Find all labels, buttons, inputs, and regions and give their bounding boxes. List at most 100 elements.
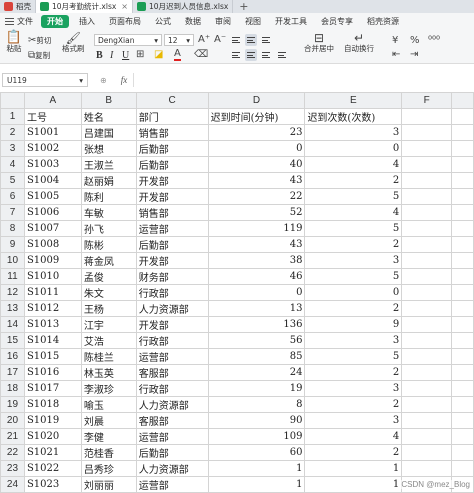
cell-employee-id[interactable]: S1003 <box>23 155 82 173</box>
tab-daoke[interactable]: 稻壳 <box>0 0 36 13</box>
decrease-decimal-button[interactable]: ⇥ <box>410 50 418 60</box>
cell-department[interactable]: 人力资源部 <box>135 395 209 413</box>
cell[interactable] <box>451 427 474 445</box>
cell-name[interactable]: 陈利 <box>80 187 137 205</box>
row-header[interactable]: 19 <box>0 395 25 413</box>
cell[interactable] <box>451 203 474 221</box>
cell-late-minutes[interactable]: 8 <box>207 395 306 413</box>
zoom-formula-icon[interactable]: ⊕ <box>100 76 107 85</box>
cell-department[interactable]: 人力资源部 <box>135 299 209 317</box>
cell[interactable] <box>401 187 453 205</box>
cell-employee-id[interactable]: S1002 <box>23 139 82 157</box>
font-color-button[interactable]: A <box>174 49 181 61</box>
cell[interactable] <box>451 251 474 269</box>
cell-employee-id[interactable]: S1012 <box>23 299 82 317</box>
cell-employee-id[interactable]: S1021 <box>23 443 82 461</box>
clear-format-button[interactable]: ⌫ <box>194 50 208 60</box>
cell[interactable] <box>401 395 453 413</box>
cell-late-minutes[interactable]: 90 <box>207 411 306 429</box>
cell-name[interactable]: 陈彬 <box>80 235 137 253</box>
cell[interactable] <box>451 379 474 397</box>
cell-department[interactable]: 开发部 <box>135 171 209 189</box>
row-header[interactable]: 23 <box>0 459 25 477</box>
cell-late-count[interactable]: 2 <box>304 171 403 189</box>
cell[interactable]: 迟到时间(分钟) <box>207 107 306 125</box>
cell-department[interactable]: 运营部 <box>135 347 209 365</box>
cell[interactable]: 工号 <box>23 107 82 125</box>
cell-employee-id[interactable]: S1008 <box>23 235 82 253</box>
cell-late-minutes[interactable]: 24 <box>207 363 306 381</box>
column-header-empty[interactable] <box>451 92 474 109</box>
cell-late-count[interactable]: 3 <box>304 379 403 397</box>
font-name-select[interactable]: DengXian ▾ <box>94 34 162 46</box>
row-header[interactable]: 5 <box>0 171 25 189</box>
cell-employee-id[interactable]: S1011 <box>23 283 82 301</box>
row-header[interactable]: 13 <box>0 299 25 317</box>
row-header[interactable]: 2 <box>0 123 25 141</box>
cell-employee-id[interactable]: S1018 <box>23 395 82 413</box>
cell-late-minutes[interactable]: 1 <box>207 459 306 477</box>
cell-late-minutes[interactable]: 22 <box>207 187 306 205</box>
row-header[interactable]: 24 <box>0 475 25 493</box>
cell-late-minutes[interactable]: 19 <box>207 379 306 397</box>
underline-button[interactable]: U <box>122 50 129 61</box>
align-bottom-button[interactable] <box>260 34 272 46</box>
cell-name[interactable]: 孙飞 <box>80 219 137 237</box>
cell-name[interactable]: 李淑珍 <box>80 379 137 397</box>
cell[interactable] <box>401 219 453 237</box>
row-header[interactable]: 7 <box>0 203 25 221</box>
cell-late-count[interactable]: 2 <box>304 299 403 317</box>
cell[interactable] <box>401 251 453 269</box>
cell-name[interactable]: 刘晨 <box>80 411 137 429</box>
cell[interactable] <box>451 171 474 189</box>
cell-late-minutes[interactable]: 43 <box>207 171 306 189</box>
cell-department[interactable]: 行政部 <box>135 283 209 301</box>
cell[interactable] <box>401 331 453 349</box>
cell[interactable] <box>451 299 474 317</box>
paste-button[interactable]: 📋 粘贴 <box>4 31 24 54</box>
cell[interactable] <box>401 411 453 429</box>
cell[interactable] <box>401 235 453 253</box>
cell[interactable] <box>401 107 453 125</box>
row-header[interactable]: 15 <box>0 331 25 349</box>
row-header[interactable]: 20 <box>0 411 25 429</box>
cell[interactable] <box>451 443 474 461</box>
border-button[interactable]: ⊞ <box>136 50 144 60</box>
cell-late-count[interactable]: 9 <box>304 315 403 333</box>
cell-name[interactable]: 林玉英 <box>80 363 137 381</box>
cell-name[interactable]: 张想 <box>80 139 137 157</box>
column-header-a[interactable]: A <box>23 92 82 109</box>
increase-decimal-button[interactable]: ⇤ <box>392 50 400 60</box>
cell[interactable] <box>451 219 474 237</box>
cell[interactable] <box>401 379 453 397</box>
cell-department[interactable]: 客服部 <box>135 363 209 381</box>
cell-department[interactable]: 运营部 <box>135 475 209 493</box>
cell[interactable] <box>451 347 474 365</box>
cell-department[interactable]: 运营部 <box>135 427 209 445</box>
font-size-select[interactable]: 12 ▾ <box>164 34 194 46</box>
formula-input[interactable] <box>133 73 474 87</box>
cell-late-minutes[interactable]: 85 <box>207 347 306 365</box>
cell-employee-id[interactable]: S1007 <box>23 219 82 237</box>
tab-late-staff-workbook[interactable]: 10月迟到人员信息.xlsx <box>133 0 234 13</box>
new-tab-button[interactable]: + <box>233 0 254 13</box>
cell-late-minutes[interactable]: 0 <box>207 139 306 157</box>
cell-department[interactable]: 销售部 <box>135 123 209 141</box>
cell-late-count[interactable]: 2 <box>304 363 403 381</box>
cell-department[interactable]: 客服部 <box>135 411 209 429</box>
cell[interactable] <box>401 139 453 157</box>
cell[interactable] <box>401 427 453 445</box>
cell-department[interactable]: 开发部 <box>135 315 209 333</box>
column-header-c[interactable]: C <box>135 92 209 109</box>
row-header[interactable]: 9 <box>0 235 25 253</box>
cell-late-count[interactable]: 4 <box>304 427 403 445</box>
percent-format-button[interactable]: % <box>410 36 420 46</box>
align-top-button[interactable] <box>230 34 242 46</box>
italic-button[interactable]: I <box>110 50 113 61</box>
cell-name[interactable]: 江宇 <box>80 315 137 333</box>
cell-department[interactable]: 销售部 <box>135 203 209 221</box>
thousands-format-button[interactable]: ⁰⁰⁰ <box>428 36 440 46</box>
cell[interactable] <box>451 315 474 333</box>
wrap-text-button[interactable]: ↵ 自动换行 <box>344 32 374 54</box>
tab-review[interactable]: 审阅 <box>208 16 238 27</box>
